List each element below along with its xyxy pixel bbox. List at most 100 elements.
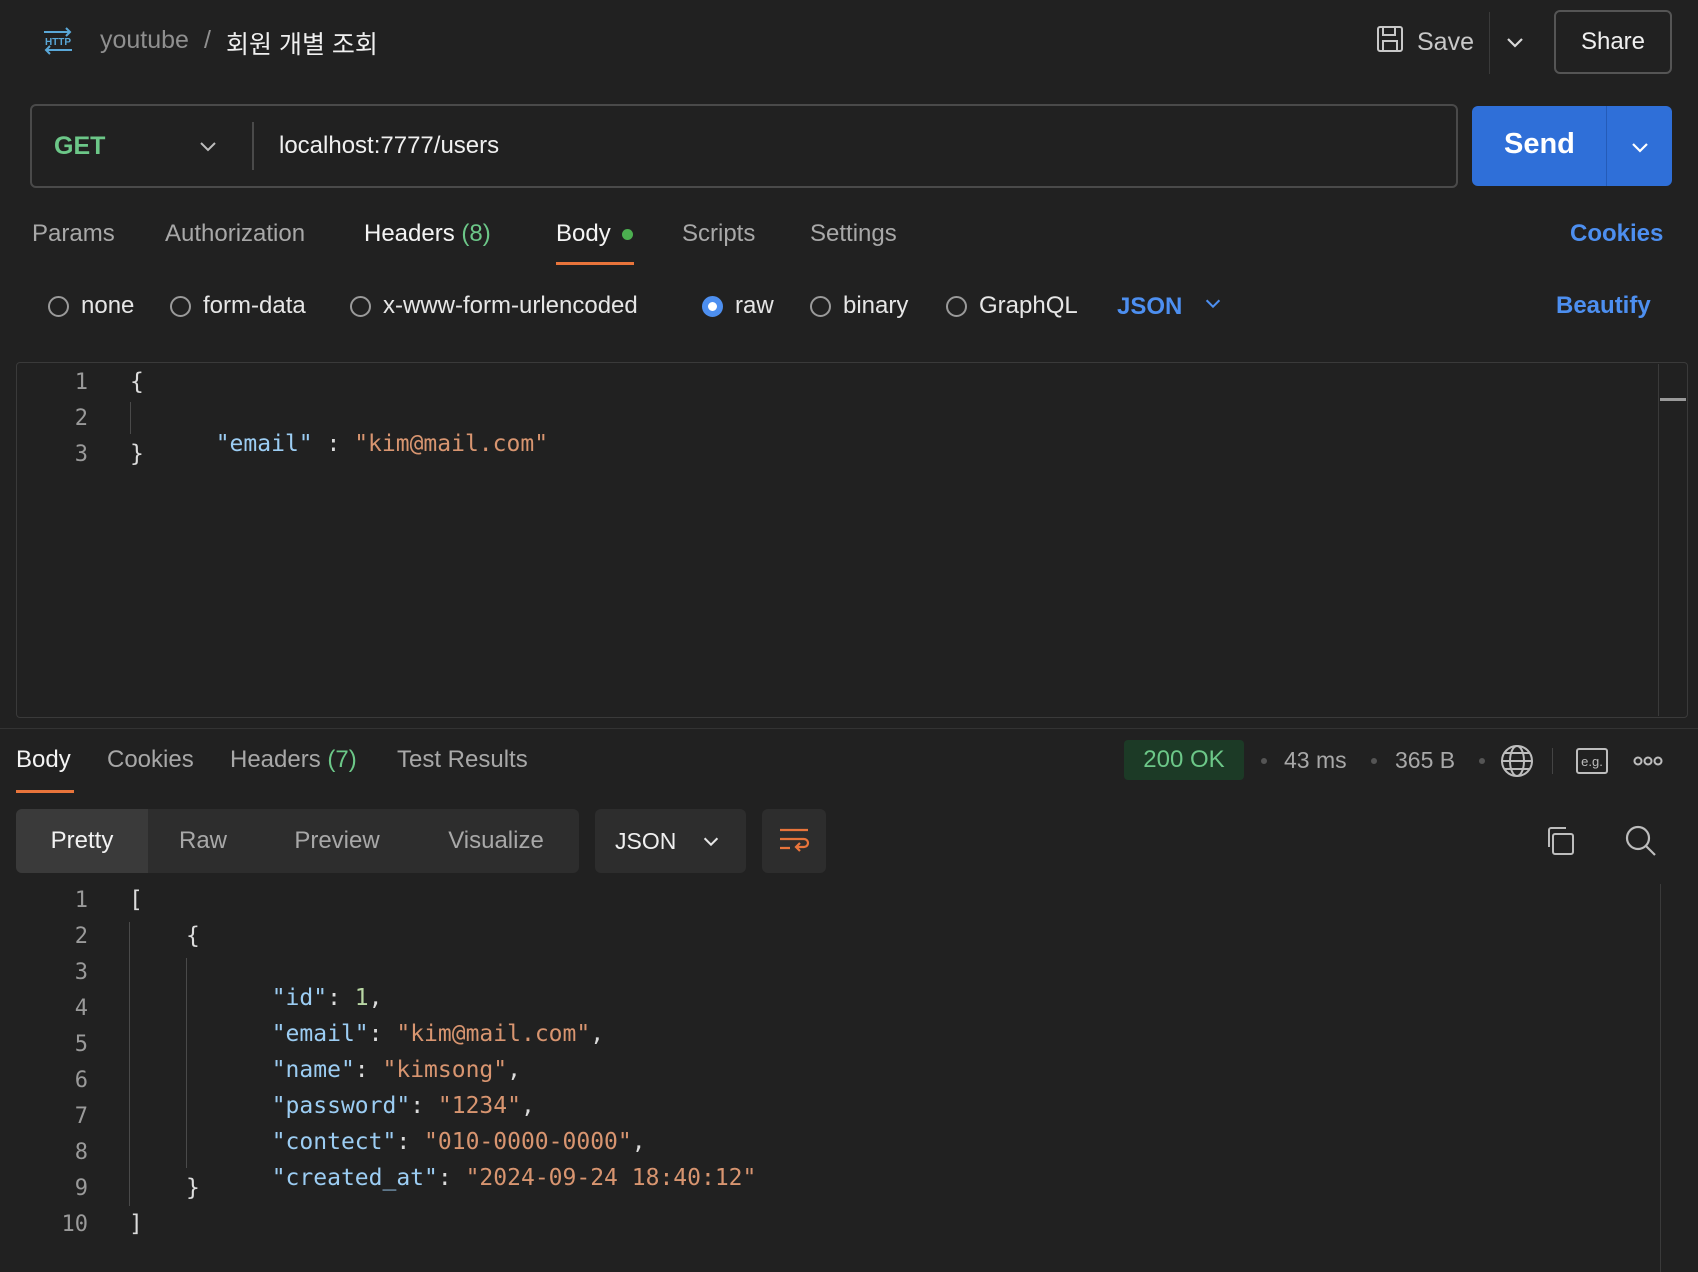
example-icon[interactable]: e.g.: [1576, 748, 1608, 774]
tab-scripts[interactable]: Scripts: [682, 220, 755, 248]
response-tab-headers-label: Headers: [230, 746, 321, 773]
res-open-brace: {: [186, 923, 200, 949]
res-open-bracket: [: [129, 887, 143, 913]
send-divider: [1606, 106, 1607, 186]
save-button[interactable]: Save: [1375, 24, 1474, 60]
res-line-number: 6: [74, 1068, 88, 1093]
tab-headers-label: Headers: [364, 220, 455, 247]
response-size[interactable]: 365 B: [1395, 747, 1455, 774]
response-divider: [0, 728, 1698, 729]
status-text: 200 OK: [1143, 746, 1225, 773]
breadcrumb-collection[interactable]: youtube: [100, 26, 189, 55]
cookies-link[interactable]: Cookies: [1570, 220, 1663, 248]
response-tab-body[interactable]: Body: [16, 746, 71, 774]
res-line-number: 10: [61, 1212, 89, 1237]
save-options-chevron-icon[interactable]: [1503, 30, 1527, 54]
response-scrollbar-track[interactable]: [1660, 884, 1661, 1272]
method-divider: [252, 122, 254, 170]
req-close-brace: }: [130, 441, 144, 467]
radio-urlencoded-circle[interactable]: [350, 295, 371, 317]
request-name[interactable]: 회원 개별 조회: [226, 25, 378, 61]
res-key: "created_at": [271, 1165, 438, 1191]
send-options-chevron-icon[interactable]: [1628, 134, 1652, 158]
view-raw[interactable]: Raw: [148, 809, 258, 873]
radio-form-data[interactable]: form-data: [170, 292, 306, 320]
req-email-value: "kim@mail.com": [354, 431, 549, 457]
radio-graphql-circle[interactable]: [946, 295, 967, 317]
radio-form-data-label: form-data: [203, 292, 306, 319]
copy-icon[interactable]: [1544, 825, 1576, 857]
share-button[interactable]: Share: [1554, 10, 1672, 74]
save-divider: [1489, 12, 1490, 74]
req-colon: :: [312, 431, 355, 457]
res-close-bracket: ]: [129, 1211, 143, 1237]
url-bar: [30, 104, 1458, 188]
status-badge[interactable]: 200 OK: [1124, 740, 1244, 780]
radio-urlencoded[interactable]: x-www-form-urlencoded: [350, 292, 638, 320]
res-value: "2024-09-24 18:40:12": [465, 1165, 757, 1191]
response-view-switcher: Pretty Raw Preview Visualize: [16, 809, 579, 873]
req-indent-guide: [130, 402, 131, 434]
res-indent-guide-outer: [129, 922, 130, 1206]
radio-raw-label: raw: [735, 292, 774, 319]
response-format-chevron-icon: [700, 830, 722, 852]
req-open-brace: {: [130, 369, 144, 395]
save-icon: [1375, 24, 1405, 61]
tab-headers-count: (8): [461, 220, 491, 247]
res-field-created-at: "created_at": "2024-09-24 18:40:12": [271, 1165, 757, 1191]
network-globe-icon[interactable]: [1500, 744, 1534, 778]
radio-raw[interactable]: raw: [702, 292, 774, 320]
radio-binary-circle[interactable]: [810, 295, 831, 317]
res-line-number: 3: [74, 960, 88, 985]
response-tab-cookies[interactable]: Cookies: [107, 746, 194, 774]
url-input[interactable]: localhost:7777/users: [279, 132, 499, 160]
response-tab-headers[interactable]: Headers (7): [230, 746, 357, 774]
radio-urlencoded-label: x-www-form-urlencoded: [383, 292, 638, 319]
send-label: Send: [1504, 128, 1575, 160]
req-email-key: "email": [215, 431, 313, 457]
tab-settings[interactable]: Settings: [810, 220, 897, 248]
radio-none-circle[interactable]: [48, 295, 69, 317]
tab-body-underline: [556, 262, 634, 265]
editor-scrollbar-track[interactable]: [1658, 364, 1659, 716]
method-selector[interactable]: GET: [54, 132, 105, 161]
tab-params[interactable]: Params: [32, 220, 115, 248]
tab-headers[interactable]: Headers (8): [364, 220, 491, 248]
res-line-number: 1: [74, 888, 88, 913]
svg-text:HTTP: HTTP: [45, 37, 71, 48]
res-close-brace: }: [186, 1175, 200, 1201]
http-icon: HTTP: [40, 26, 76, 56]
response-format-label: JSON: [615, 827, 677, 854]
beautify-link[interactable]: Beautify: [1556, 292, 1651, 320]
req-line-number: 3: [74, 442, 88, 467]
radio-none[interactable]: none: [48, 292, 134, 320]
wrap-lines-icon: [778, 827, 810, 860]
response-time[interactable]: 43 ms: [1284, 747, 1347, 774]
body-format-chevron-icon: [1202, 292, 1224, 321]
tab-body[interactable]: Body: [556, 220, 611, 248]
radio-form-data-circle[interactable]: [170, 295, 191, 317]
editor-scrollbar-thumb[interactable]: [1660, 398, 1686, 401]
response-format-selector[interactable]: JSON: [595, 809, 746, 873]
body-format-label: JSON: [1117, 292, 1183, 320]
tab-authorization[interactable]: Authorization: [165, 220, 305, 248]
radio-raw-circle[interactable]: [702, 295, 723, 317]
search-icon[interactable]: [1624, 824, 1658, 858]
method-chevron-icon[interactable]: [196, 134, 220, 158]
breadcrumb-separator: /: [204, 26, 211, 54]
radio-graphql[interactable]: GraphQL: [946, 292, 1078, 320]
res-line-number: 2: [74, 924, 88, 949]
body-format-selector[interactable]: JSON: [1117, 292, 1224, 321]
wrap-lines-button[interactable]: [762, 809, 826, 873]
view-preview[interactable]: Preview: [258, 809, 416, 873]
res-indent-guide-inner: [186, 958, 187, 1168]
response-tab-test-results[interactable]: Test Results: [397, 746, 528, 774]
example-icon-label: e.g.: [1581, 753, 1603, 769]
req-line-number: 2: [74, 406, 88, 431]
more-options-icon[interactable]: [1633, 752, 1663, 770]
send-button[interactable]: Send: [1472, 106, 1672, 186]
radio-binary[interactable]: binary: [810, 292, 908, 320]
res-line-number: 7: [74, 1104, 88, 1129]
view-pretty[interactable]: Pretty: [16, 809, 148, 873]
view-visualize[interactable]: Visualize: [416, 809, 576, 873]
